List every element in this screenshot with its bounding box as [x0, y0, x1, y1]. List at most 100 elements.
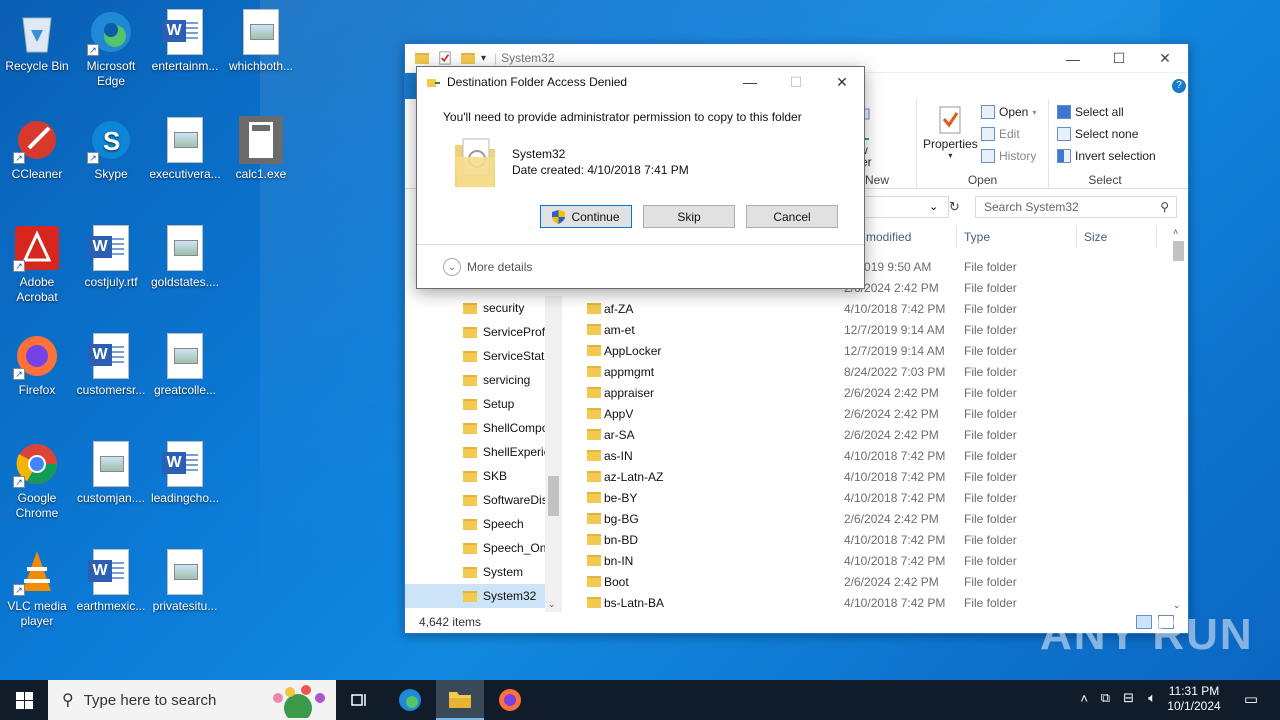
desktop-icon-label: customjan....: [76, 491, 146, 505]
start-button[interactable]: [0, 680, 48, 720]
select-all-button[interactable]: Select all: [1057, 105, 1124, 119]
file-scroll-thumb[interactable]: [1173, 241, 1184, 261]
desktop-icon[interactable]: goldstates....: [148, 224, 222, 290]
refresh-icon[interactable]: ↻: [949, 199, 960, 215]
desktop-icon[interactable]: privatesitu...: [148, 548, 222, 614]
maximize-button[interactable]: ☐: [1096, 44, 1142, 73]
nav-item[interactable]: ServiceProfi: [405, 320, 545, 344]
file-row[interactable]: as-IN 4/10/2018 7:42 PM File folder: [585, 445, 1170, 466]
task-view-button[interactable]: [336, 680, 384, 720]
desktop-icon[interactable]: ↗ Adobe Acrobat: [0, 224, 74, 305]
taskbar-clock[interactable]: 11:31 PM 10/1/2024: [1164, 684, 1224, 714]
word-doc-icon: W: [87, 224, 135, 272]
nav-item[interactable]: Speech: [405, 512, 545, 536]
scroll-up-icon[interactable]: ˄: [1173, 227, 1178, 237]
volume-icon[interactable]: 🔈︎: [1148, 690, 1156, 706]
file-type: File folder: [964, 575, 1017, 589]
word-doc-icon: W: [87, 548, 135, 596]
desktop-icon[interactable]: ↗ Firefox: [0, 332, 74, 398]
address-bar[interactable]: ⌄: [859, 196, 949, 218]
desktop-icon[interactable]: Wearthmexic...: [74, 548, 148, 614]
file-row[interactable]: bn-BD 4/10/2018 7:42 PM File folder: [585, 529, 1170, 550]
nav-scroll-down-icon[interactable]: ⌄: [548, 599, 556, 610]
column-size[interactable]: Size: [1084, 230, 1107, 252]
history-button[interactable]: History: [981, 149, 1036, 163]
address-dropdown-icon[interactable]: ⌄: [929, 200, 938, 213]
invert-selection-button[interactable]: Invert selection: [1057, 149, 1156, 163]
file-row[interactable]: AppV 2/6/2024 2:42 PM File folder: [585, 403, 1170, 424]
taskbar-firefox[interactable]: [486, 680, 534, 720]
more-details-toggle[interactable]: ⌄ More details: [443, 258, 532, 276]
file-row[interactable]: bn-IN 4/10/2018 7:42 PM File folder: [585, 550, 1170, 571]
nav-scroll-thumb[interactable]: [548, 476, 559, 516]
nav-item[interactable]: ShellCompo: [405, 416, 545, 440]
properties-quick-icon[interactable]: [437, 51, 453, 65]
file-row[interactable]: af-ZA 4/10/2018 7:42 PM File folder: [585, 298, 1170, 319]
nav-scrollbar[interactable]: ⌄: [545, 296, 562, 612]
file-row[interactable]: be-BY 4/10/2018 7:42 PM File folder: [585, 487, 1170, 508]
desktop-icon[interactable]: Recycle Bin: [0, 8, 74, 74]
file-name: AppV: [604, 407, 634, 421]
quick-access-dropdown-icon[interactable]: ▾: [481, 53, 486, 64]
cancel-button[interactable]: Cancel: [746, 205, 838, 228]
taskbar-search-input[interactable]: ⚲ Type here to search: [48, 680, 336, 720]
folder-icon: [463, 566, 477, 578]
properties-button[interactable]: Properties ▾: [923, 105, 978, 160]
meet-now-icon[interactable]: ⧉: [1101, 690, 1110, 706]
file-row[interactable]: ar-SA 2/6/2024 2:42 PM File folder: [585, 424, 1170, 445]
nav-item[interactable]: Setup: [405, 392, 545, 416]
edit-button[interactable]: Edit: [981, 127, 1020, 141]
select-none-button[interactable]: Select none: [1057, 127, 1138, 141]
desktop-icon[interactable]: Wleadingcho...: [148, 440, 222, 506]
desktop-icon[interactable]: whichboth...: [224, 8, 298, 74]
file-row[interactable]: AppLocker 12/7/2019 9:14 AM File folder: [585, 340, 1170, 361]
nav-item[interactable]: ServiceState: [405, 344, 545, 368]
search-input[interactable]: Search System32 ⚲: [975, 196, 1177, 218]
desktop-icon[interactable]: Wcostjuly.rtf: [74, 224, 148, 290]
nav-item[interactable]: servicing: [405, 368, 545, 392]
desktop-icon[interactable]: ↗ VLC media player: [0, 548, 74, 629]
close-button[interactable]: ✕: [1142, 44, 1188, 73]
file-row[interactable]: appmgmt 8/24/2022 7:03 PM File folder: [585, 361, 1170, 382]
image-file-icon: [161, 116, 209, 164]
minimize-button[interactable]: —: [1050, 44, 1096, 73]
file-list-scrollbar[interactable]: ˄ ⌄: [1171, 227, 1186, 611]
taskbar-edge[interactable]: [386, 680, 434, 720]
file-row[interactable]: appraiser 2/6/2024 2:42 PM File folder: [585, 382, 1170, 403]
file-row[interactable]: am-et 12/7/2019 9:14 AM File folder: [585, 319, 1170, 340]
nav-item[interactable]: Speech_One: [405, 536, 545, 560]
network-icon[interactable]: ⊟: [1123, 690, 1134, 706]
desktop-icon[interactable]: S ↗ Skype: [74, 116, 148, 182]
file-row[interactable]: Boot 2/6/2024 2:42 PM File folder: [585, 571, 1170, 592]
dialog-close-button[interactable]: ✕: [819, 67, 865, 97]
skip-button[interactable]: Skip: [643, 205, 735, 228]
desktop-icon[interactable]: ↗ CCleaner: [0, 116, 74, 182]
nav-item[interactable]: SKB: [405, 464, 545, 488]
desktop-icon[interactable]: ↗ Microsoft Edge: [74, 8, 148, 89]
nav-item[interactable]: security: [405, 296, 545, 320]
file-row[interactable]: bg-BG 2/6/2024 2:42 PM File folder: [585, 508, 1170, 529]
column-type[interactable]: Type: [964, 230, 990, 252]
open-button[interactable]: Open ▾: [981, 105, 1036, 119]
desktop-icon[interactable]: Wentertainm...: [148, 8, 222, 74]
continue-button[interactable]: Continue: [540, 205, 632, 228]
desktop-icon[interactable]: customjan....: [74, 440, 148, 506]
desktop-icon[interactable]: Wcustomersr...: [74, 332, 148, 398]
edit-icon: [981, 127, 995, 141]
taskbar-file-explorer[interactable]: [436, 680, 484, 720]
desktop-icon[interactable]: greatcolle...: [148, 332, 222, 398]
desktop-icon[interactable]: calc1.exe: [224, 116, 298, 182]
desktop-icon[interactable]: ↗ Google Chrome: [0, 440, 74, 521]
new-folder-quick-icon[interactable]: [461, 52, 475, 64]
help-icon[interactable]: ?: [1172, 79, 1186, 93]
nav-item[interactable]: System: [405, 560, 545, 584]
notification-icon[interactable]: ▭: [1244, 690, 1258, 708]
dialog-minimize-button[interactable]: —: [727, 67, 773, 97]
file-row[interactable]: az-Latn-AZ 4/10/2018 7:42 PM File folder: [585, 466, 1170, 487]
nav-item[interactable]: SoftwareDis: [405, 488, 545, 512]
word-doc-icon: W: [161, 8, 209, 56]
show-hidden-icons-icon[interactable]: ˄: [1080, 691, 1088, 706]
nav-item[interactable]: System32: [405, 584, 545, 608]
nav-item[interactable]: ShellExperie: [405, 440, 545, 464]
desktop-icon[interactable]: executivera...: [148, 116, 222, 182]
